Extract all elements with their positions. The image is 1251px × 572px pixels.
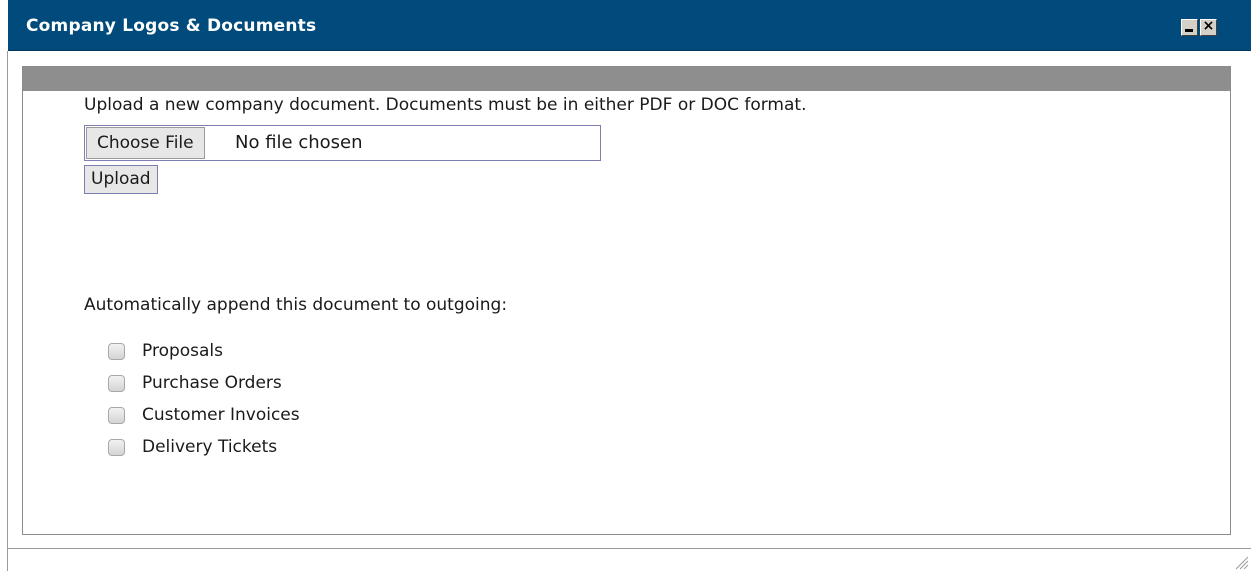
choose-file-button[interactable]: Choose File — [86, 127, 205, 159]
upload-instructions: Upload a new company document. Documents… — [84, 95, 807, 115]
resize-grip-icon[interactable] — [1233, 554, 1249, 570]
minimize-button[interactable] — [1181, 19, 1198, 36]
panel-header-bar — [23, 67, 1230, 91]
content-panel: Upload a new company document. Documents… — [22, 66, 1231, 535]
minimize-icon — [1185, 29, 1193, 32]
file-status-text: No file chosen — [235, 132, 363, 153]
dialog-titlebar[interactable]: Company Logos & Documents × — [8, 0, 1251, 51]
purchase-orders-checkbox[interactable] — [108, 375, 125, 392]
status-bar — [8, 548, 1251, 572]
close-button[interactable]: × — [1200, 18, 1217, 36]
document-dialog: Company Logos & Documents × Upload a new… — [0, 0, 1251, 572]
file-input[interactable]: Choose File No file chosen — [84, 125, 601, 161]
upload-button[interactable]: Upload — [84, 165, 158, 194]
customer-invoices-checkbox[interactable] — [108, 407, 125, 424]
append-label: Automatically append this document to ou… — [84, 295, 508, 315]
option-label: Purchase Orders — [142, 373, 282, 393]
delivery-tickets-checkbox[interactable] — [108, 439, 125, 456]
dialog-title: Company Logos & Documents — [26, 16, 317, 36]
option-label: Proposals — [142, 341, 224, 361]
proposals-checkbox[interactable] — [108, 343, 125, 360]
window-left-border — [7, 51, 8, 571]
option-label: Customer Invoices — [142, 405, 300, 425]
option-label: Delivery Tickets — [142, 437, 278, 457]
close-icon: × — [1202, 18, 1215, 34]
